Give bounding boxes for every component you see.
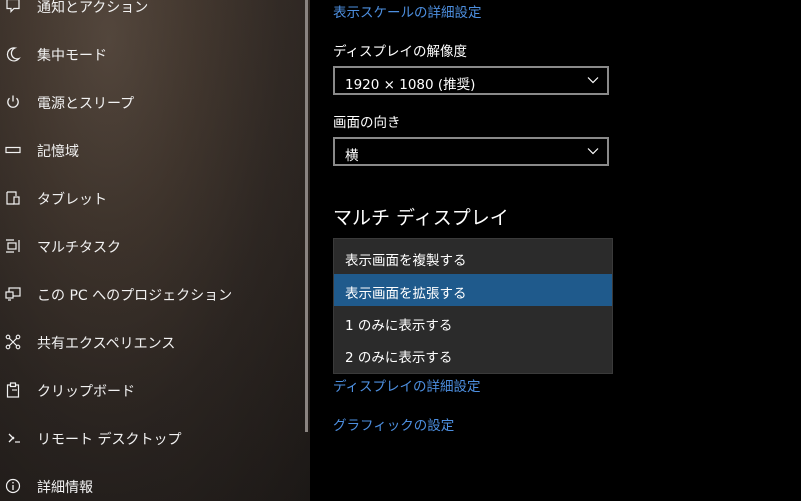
resolution-label: ディスプレイの解像度 (333, 44, 468, 60)
multitask-icon (4, 237, 22, 255)
option-label: 1 のみに表示する (345, 318, 453, 334)
sidebar-scrollbar[interactable] (305, 0, 308, 432)
sidebar-item-label: マルチタスク (37, 240, 121, 256)
orientation-select[interactable]: 横 (333, 137, 609, 166)
sidebar-item-label: タブレット (37, 192, 107, 208)
multi-display-option-extend[interactable]: 表示画面を拡張する (334, 274, 612, 306)
sidebar-item-label: 共有エクスペリエンス (37, 336, 176, 352)
sidebar-item-label: クリップボード (37, 384, 135, 400)
notification-icon (4, 0, 22, 15)
orientation-label: 画面の向き (333, 115, 401, 131)
clipboard-icon (4, 381, 22, 399)
advanced-scaling-link[interactable]: 表示スケールの詳細設定 (333, 1, 482, 21)
advanced-display-settings-link[interactable]: ディスプレイの詳細設定 (333, 375, 481, 395)
option-label: 2 のみに表示する (345, 350, 453, 366)
sidebar-item-label: 電源とスリープ (37, 96, 135, 112)
tablet-icon (4, 189, 22, 207)
remote-desktop-icon (4, 429, 22, 447)
sidebar-item-notifications[interactable]: 通知とアクション (0, 0, 300, 18)
chevron-down-icon (587, 77, 599, 84)
sidebar-item-projecting[interactable]: この PC へのプロジェクション (0, 282, 300, 306)
sidebar-item-clipboard[interactable]: クリップボード (0, 378, 300, 402)
sidebar-item-storage[interactable]: 記憶域 (0, 138, 300, 162)
info-icon (4, 477, 22, 495)
sidebar-item-focus-assist[interactable]: 集中モード (0, 42, 300, 66)
shared-experiences-icon (4, 333, 22, 351)
storage-icon (4, 141, 22, 159)
power-icon (4, 93, 22, 111)
display-settings-panel: 表示スケールの詳細設定 ディスプレイの解像度 1920 × 1080 (推奨) … (310, 0, 801, 501)
orientation-value: 横 (345, 148, 359, 164)
multi-display-option-only-1[interactable]: 1 のみに表示する (334, 306, 612, 338)
resolution-select[interactable]: 1920 × 1080 (推奨) (333, 66, 609, 95)
settings-sidebar: 通知とアクション 集中モード 電源とスリープ 記憶域 タブレット マルチタスク … (0, 0, 310, 501)
sidebar-item-label: 記憶域 (37, 144, 79, 160)
multi-display-option-duplicate[interactable]: 表示画面を複製する (334, 241, 612, 273)
sidebar-item-shared-experiences[interactable]: 共有エクスペリエンス (0, 330, 300, 354)
multi-display-dropdown[interactable]: 表示画面を複製する 表示画面を拡張する 1 のみに表示する 2 のみに表示する (333, 238, 613, 374)
multi-display-heading: マルチ ディスプレイ (333, 207, 509, 229)
resolution-value: 1920 × 1080 (推奨) (345, 77, 476, 93)
sidebar-item-tablet[interactable]: タブレット (0, 186, 300, 210)
projection-icon (4, 285, 22, 303)
sidebar-item-about[interactable]: 詳細情報 (0, 474, 300, 498)
sidebar-item-power-sleep[interactable]: 電源とスリープ (0, 90, 300, 114)
sidebar-item-label: 集中モード (37, 48, 107, 64)
sidebar-item-label: 通知とアクション (37, 0, 149, 16)
chevron-down-icon (587, 148, 599, 155)
multi-display-option-only-2[interactable]: 2 のみに表示する (334, 338, 612, 370)
sidebar-item-label: 詳細情報 (37, 480, 93, 496)
option-label: 表示画面を複製する (345, 253, 467, 269)
sidebar-item-label: リモート デスクトップ (37, 432, 182, 448)
option-label: 表示画面を拡張する (345, 286, 467, 302)
sidebar-item-label: この PC へのプロジェクション (37, 288, 233, 304)
sidebar-item-multitasking[interactable]: マルチタスク (0, 234, 300, 258)
graphics-settings-link[interactable]: グラフィックの設定 (333, 414, 454, 434)
moon-icon (4, 45, 22, 63)
sidebar-item-remote-desktop[interactable]: リモート デスクトップ (0, 426, 300, 450)
